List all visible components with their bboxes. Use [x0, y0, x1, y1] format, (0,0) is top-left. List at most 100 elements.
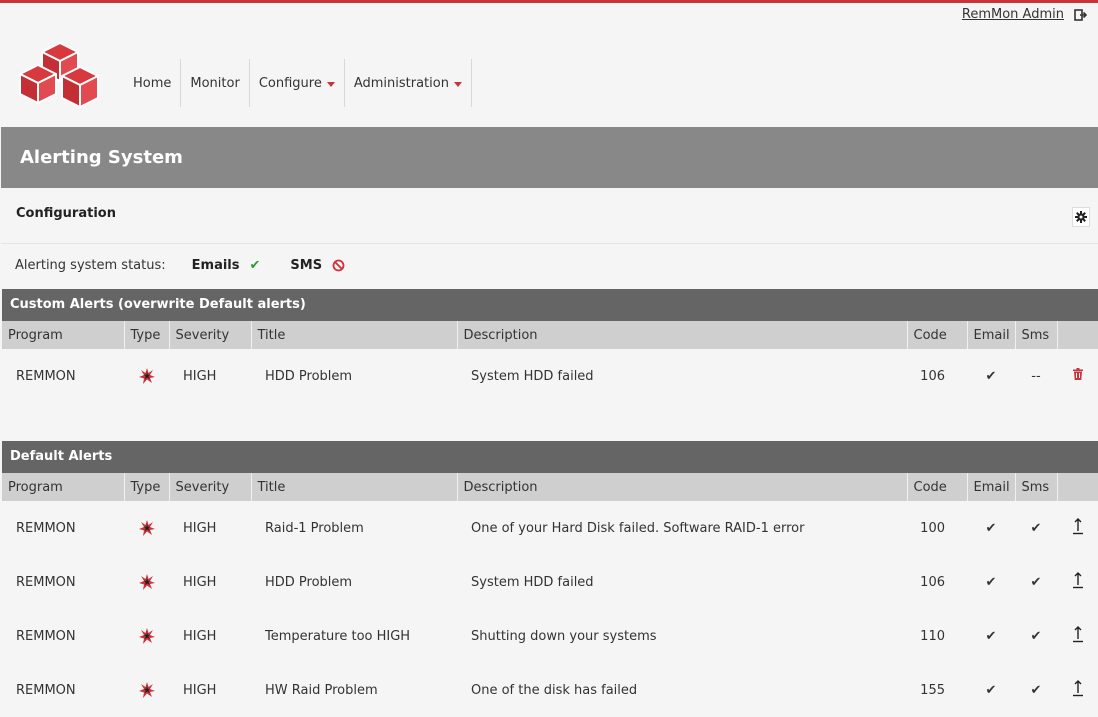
col-email: Email [967, 321, 1016, 349]
col-description: Description [457, 473, 908, 501]
cell-title: HDD Problem [265, 574, 353, 590]
alert-burst-icon [138, 628, 155, 644]
col-type: Type [124, 473, 170, 501]
configuration-title: Configuration [16, 206, 116, 221]
cell-code: 106 [920, 368, 945, 384]
cell-program: REMMON [16, 574, 76, 590]
cell-description: System HDD failed [471, 368, 594, 384]
table-row: REMMON HIGH Raid-1 Problem One of your H… [2, 501, 1098, 555]
cell-program: REMMON [16, 682, 76, 698]
cell-email: ✔ [985, 520, 997, 536]
cell-description: One of your Hard Disk failed. Software R… [471, 520, 805, 536]
caret-down-icon [453, 81, 462, 87]
cell-sms: ✔ [1030, 682, 1042, 698]
ban-icon [332, 259, 345, 272]
cell-email: ✔ [985, 574, 997, 590]
cell-title: HW Raid Problem [265, 682, 378, 698]
remmon-logo[interactable] [16, 41, 104, 113]
col-title: Title [251, 321, 458, 349]
custom-alerts-header: Custom Alerts (overwrite Default alerts) [2, 289, 1098, 321]
cell-program: REMMON [16, 628, 76, 644]
sms-label: SMS [290, 258, 323, 273]
col-severity: Severity [169, 321, 252, 349]
trash-icon[interactable] [1072, 368, 1083, 380]
arrow-up-icon[interactable] [1072, 625, 1084, 643]
table-row: REMMON HIGH HDD Problem System HDD faile… [2, 349, 1098, 403]
default-alerts-header: Default Alerts [2, 441, 1098, 473]
cell-type [124, 609, 169, 663]
col-severity: Severity [169, 473, 252, 501]
emails-label: Emails [191, 258, 240, 273]
alert-burst-icon [138, 574, 155, 590]
cell-title: HDD Problem [265, 368, 353, 384]
alert-burst-icon [138, 520, 155, 536]
nav-monitor-label: Monitor [190, 75, 240, 91]
user-bar: RemMon Admin [962, 7, 1088, 22]
cell-sms: ✔ [1030, 574, 1042, 590]
cell-code: 100 [920, 520, 945, 536]
nav-home[interactable]: Home [124, 59, 180, 107]
cell-description: Shutting down your systems [471, 628, 657, 644]
caret-down-icon [326, 81, 335, 87]
logout-icon[interactable] [1074, 8, 1088, 22]
default-alerts-header-row: Program Type Severity Title Description … [2, 473, 1098, 501]
nav-configure[interactable]: Configure [248, 59, 344, 107]
cell-type [124, 555, 169, 609]
main-nav: Home Monitor Configure Administration [124, 59, 472, 107]
cell-description: System HDD failed [471, 574, 594, 590]
alerting-status: Alerting system status: Emails ✔ SMS [15, 258, 345, 273]
cell-actions [1057, 663, 1098, 717]
cell-actions [1057, 501, 1098, 555]
col-code: Code [907, 321, 968, 349]
cell-title: Temperature too HIGH [265, 628, 411, 644]
arrow-up-icon[interactable] [1072, 517, 1084, 535]
col-program: Program [2, 473, 125, 501]
cell-email: ✔ [985, 628, 997, 644]
nav-home-label: Home [133, 75, 172, 91]
col-type: Type [124, 321, 170, 349]
arrow-up-icon[interactable] [1072, 679, 1084, 697]
custom-alerts-table: Program Type Severity Title Description … [2, 321, 1098, 403]
cell-type [124, 349, 169, 403]
cell-code: 106 [920, 574, 945, 590]
cell-actions [1057, 609, 1098, 663]
user-name-link[interactable]: RemMon Admin [962, 7, 1064, 22]
cell-severity: HIGH [183, 682, 217, 698]
cell-program: REMMON [16, 520, 76, 536]
alert-burst-icon [138, 368, 155, 384]
configuration-panel: Configuration [1, 188, 1098, 244]
table-row: REMMON HIGH HDD Problem System HDD faile… [2, 555, 1098, 609]
cell-sms: ✔ [1030, 628, 1042, 644]
col-email: Email [967, 473, 1016, 501]
arrow-up-icon[interactable] [1072, 571, 1084, 589]
cell-type [124, 663, 169, 717]
col-actions [1057, 473, 1098, 501]
cell-sms: ✔ [1030, 520, 1042, 536]
col-sms: Sms [1015, 321, 1058, 349]
cell-email: ✔ [985, 682, 997, 698]
cell-sms: -- [1031, 368, 1041, 384]
status-label: Alerting system status: [15, 258, 166, 273]
settings-button[interactable] [1072, 207, 1090, 227]
default-alerts-table: Program Type Severity Title Description … [2, 473, 1098, 717]
cell-type [124, 501, 169, 555]
emails-check-icon: ✔ [249, 258, 261, 273]
cell-title: Raid-1 Problem [265, 520, 364, 536]
table-row: REMMON HIGH HW Raid Problem One of the d… [2, 663, 1098, 717]
cell-severity: HIGH [183, 368, 217, 384]
alert-burst-icon [138, 682, 155, 698]
cell-severity: HIGH [183, 520, 217, 536]
table-row: REMMON HIGH Temperature too HIGH Shuttin… [2, 609, 1098, 663]
cell-severity: HIGH [183, 628, 217, 644]
cell-description: One of the disk has failed [471, 682, 638, 698]
cell-program: REMMON [16, 368, 76, 384]
col-description: Description [457, 321, 908, 349]
cell-code: 155 [920, 682, 945, 698]
cell-actions [1057, 349, 1098, 403]
col-code: Code [907, 473, 968, 501]
gear-icon [1075, 211, 1087, 223]
nav-administration[interactable]: Administration [343, 59, 472, 107]
nav-monitor[interactable]: Monitor [180, 59, 248, 107]
page-title: Alerting System [1, 127, 1098, 188]
nav-administration-label: Administration [353, 75, 449, 91]
